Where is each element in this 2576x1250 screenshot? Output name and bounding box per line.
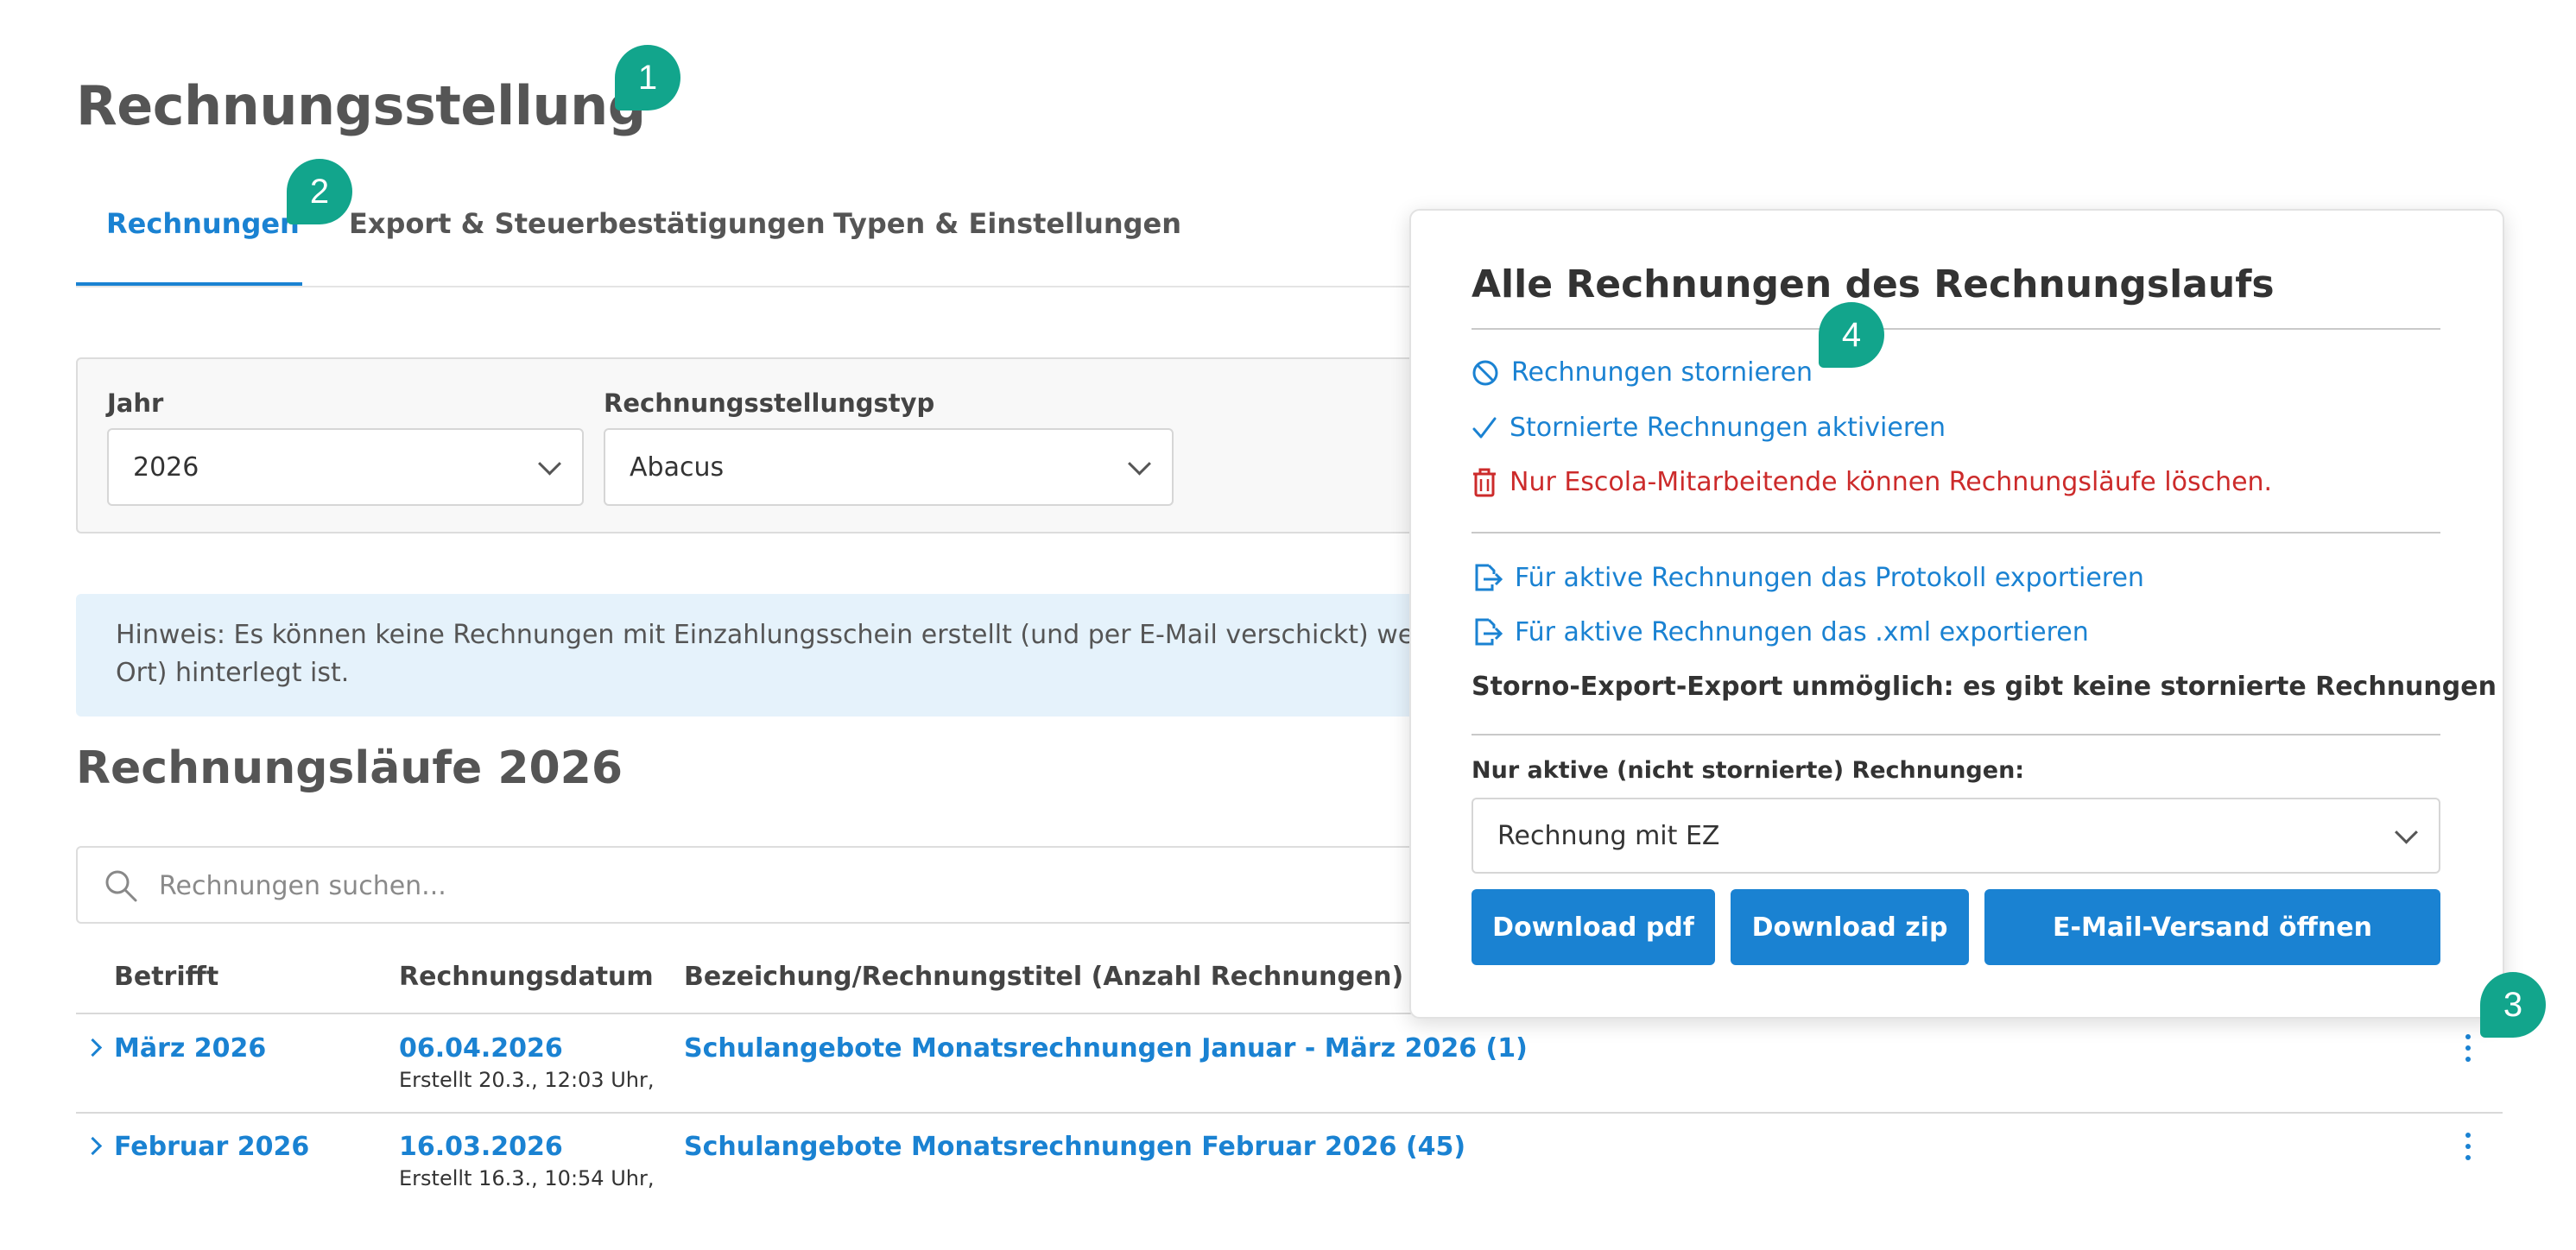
year-label: Jahr [107, 388, 164, 418]
popover-title: Alle Rechnungen des Rechnungslaufs [1472, 262, 2275, 306]
page-title: Rechnungsstellung [76, 74, 646, 137]
ban-icon [1472, 360, 1498, 385]
cancel-invoices-label: Rechnungen stornieren [1511, 357, 1813, 388]
check-icon [1472, 417, 1497, 438]
activate-cancelled-label: Stornierte Rechnungen aktivieren [1510, 413, 1946, 443]
annotation-badge-4: 4 [1819, 302, 1884, 368]
search-icon [105, 870, 137, 902]
tab-typen-einstellungen[interactable]: Typen & Einstellungen [833, 207, 1181, 240]
row-title[interactable]: Schulangebote Monatsrechnungen Januar - … [684, 1033, 1528, 1064]
invoice-variant-value: Rechnung mit EZ [1497, 820, 1720, 851]
chevron-down-icon [538, 451, 561, 476]
download-pdf-button[interactable]: Download pdf [1472, 889, 1715, 965]
runs-section-title: Rechnungsläufe 2026 [76, 742, 623, 794]
popover-divider [1472, 328, 2440, 330]
column-header-title: Bezeichung/Rechnungstitel (Anzahl Rechnu… [684, 962, 1404, 992]
cancel-invoices-link[interactable]: Rechnungen stornieren [1472, 357, 1813, 388]
expand-row-chevron-icon[interactable] [83, 1038, 103, 1057]
popover-divider [1472, 532, 2440, 533]
row-subject[interactable]: März 2026 [114, 1033, 266, 1064]
billing-type-value: Abacus [630, 451, 725, 483]
row-menu-icon[interactable] [2458, 1129, 2478, 1164]
delete-notice-label: Nur Escola-Mitarbeitende können Rechnung… [1510, 467, 2273, 497]
search-input[interactable] [157, 863, 1370, 908]
file-export-icon [1475, 618, 1503, 646]
row-subject[interactable]: Februar 2026 [114, 1132, 309, 1162]
table-row-divider [76, 1112, 2503, 1114]
expand-row-chevron-icon[interactable] [83, 1136, 103, 1156]
active-only-label: Nur aktive (nicht stornierte) Rechnungen… [1472, 757, 2025, 784]
storno-export-note: Storno-Export-Export unmöglich: es gibt … [1472, 672, 2497, 702]
row-created: Erstellt 16.3., 10:54 Uhr, [399, 1166, 655, 1190]
popover-divider [1472, 734, 2440, 735]
tab-export[interactable]: Export & Steuerbestätigungen [349, 207, 826, 240]
row-created: Erstellt 20.3., 12:03 Uhr, [399, 1068, 655, 1092]
annotation-badge-2: 2 [287, 159, 352, 224]
year-select[interactable]: 2026 [107, 428, 584, 506]
row-date[interactable]: 16.03.2026 [399, 1132, 563, 1162]
annotation-badge-3: 3 [2480, 972, 2546, 1038]
invoice-variant-select[interactable]: Rechnung mit EZ [1472, 798, 2440, 874]
trash-icon [1473, 468, 1496, 496]
export-protocol-link[interactable]: Für aktive Rechnungen das Protokoll expo… [1472, 562, 2144, 593]
email-dispatch-button[interactable]: E-Mail-Versand öffnen [1984, 889, 2440, 965]
annotation-badge-1: 1 [615, 45, 680, 110]
year-select-value: 2026 [133, 451, 199, 483]
activate-cancelled-link[interactable]: Stornierte Rechnungen aktivieren [1472, 413, 1946, 443]
column-header-date: Rechnungsdatum [399, 962, 654, 992]
chevron-down-icon [2395, 820, 2418, 844]
active-tab-indicator [76, 282, 302, 286]
tab-rechnungen[interactable]: Rechnungen [106, 207, 300, 240]
billing-type-select[interactable]: Abacus [604, 428, 1174, 506]
export-xml-label: Für aktive Rechnungen das .xml exportier… [1515, 616, 2089, 647]
export-protocol-label: Für aktive Rechnungen das Protokoll expo… [1515, 562, 2144, 593]
export-xml-link[interactable]: Für aktive Rechnungen das .xml exportier… [1472, 616, 2089, 647]
file-export-icon [1475, 564, 1503, 591]
billing-type-label: Rechnungsstellungstyp [604, 388, 935, 418]
delete-notice: Nur Escola-Mitarbeitende können Rechnung… [1472, 467, 2272, 497]
row-date[interactable]: 06.04.2026 [399, 1033, 563, 1064]
column-header-subject: Betrifft [114, 962, 219, 992]
chevron-down-icon [1128, 451, 1151, 476]
download-zip-button[interactable]: Download zip [1731, 889, 1969, 965]
row-menu-icon[interactable] [2458, 1031, 2478, 1065]
row-title[interactable]: Schulangebote Monatsrechnungen Februar 2… [684, 1132, 1465, 1162]
